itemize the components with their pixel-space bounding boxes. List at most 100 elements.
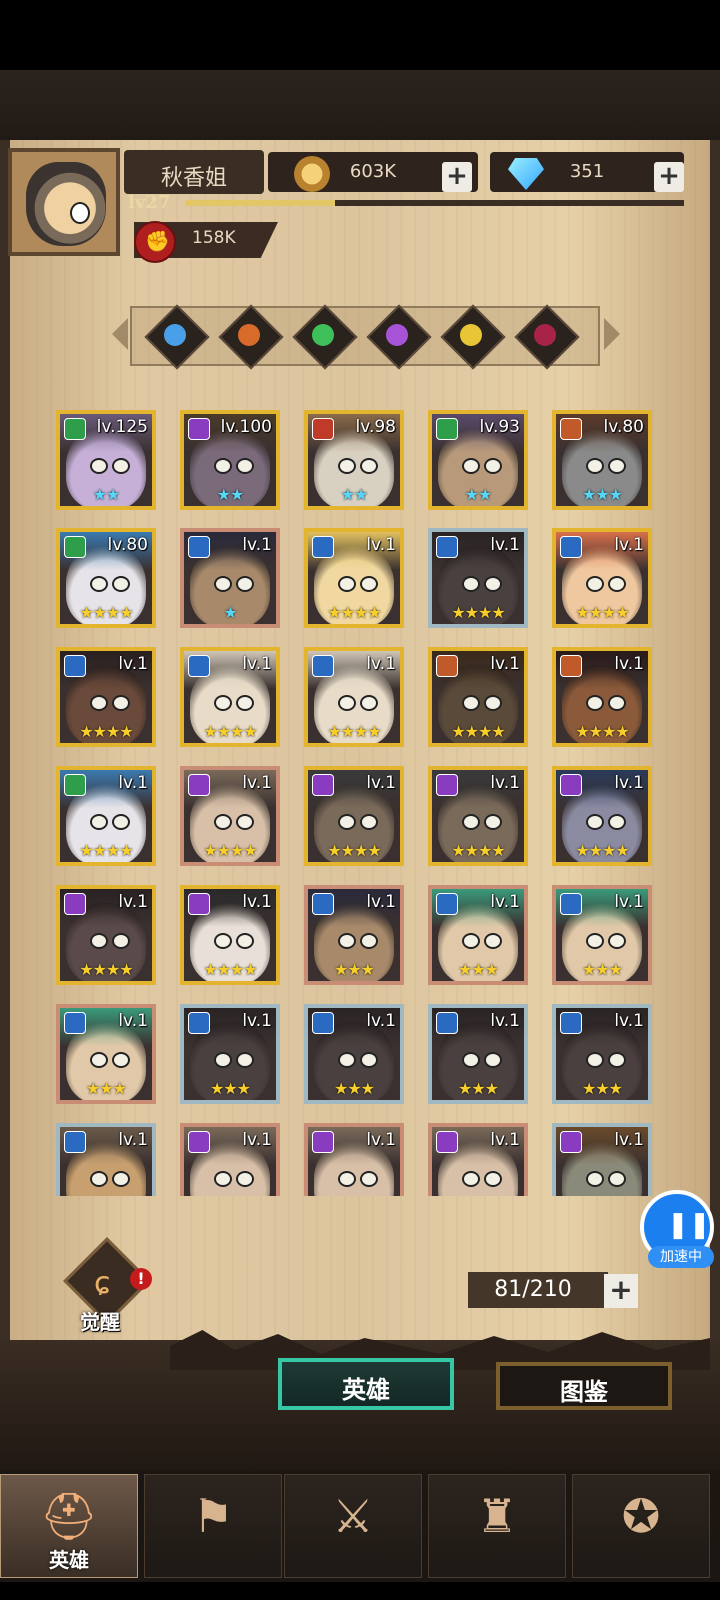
hero-eye bbox=[112, 933, 130, 949]
dark-element-icon[interactable] bbox=[514, 304, 580, 370]
hero-eye bbox=[112, 458, 130, 474]
light-element-icon[interactable] bbox=[440, 304, 506, 370]
hero-card[interactable]: lv.1 ★★★★ bbox=[56, 647, 156, 747]
hero-class-icon bbox=[560, 893, 582, 915]
nav-battle-crossed-swords[interactable]: ⚔ bbox=[284, 1474, 422, 1578]
hero-card[interactable]: lv.1 ★★★★ bbox=[180, 885, 280, 985]
nav-castle-tower[interactable]: ♜ bbox=[428, 1474, 566, 1578]
hero-card[interactable]: lv.1 ★★★ bbox=[552, 885, 652, 985]
hero-card[interactable]: lv.1 ★★★★ bbox=[428, 528, 528, 628]
hero-level: lv.1 bbox=[366, 654, 396, 674]
hero-star-rating: ★★★★ bbox=[203, 960, 257, 979]
hero-level: lv.1 bbox=[366, 535, 396, 555]
hero-card[interactable]: lv.1 ★★★ bbox=[304, 885, 404, 985]
hero-eye bbox=[484, 1052, 502, 1068]
hero-eye bbox=[360, 933, 378, 949]
filter-symbol bbox=[534, 324, 556, 346]
awaken-swirl-icon: ɕ bbox=[94, 1266, 111, 1301]
hero-star-rating: ★★★★ bbox=[203, 722, 257, 741]
hero-class-icon bbox=[188, 1131, 210, 1153]
hero-class-icon bbox=[64, 536, 86, 558]
hero-eye bbox=[608, 458, 626, 474]
hero-card[interactable]: lv.125 ★★ bbox=[56, 410, 156, 510]
guild-handshake-icon: ✪ bbox=[621, 1489, 661, 1543]
hero-star-rating: ★★★ bbox=[457, 960, 499, 979]
hero-eye bbox=[338, 458, 356, 474]
hero-card[interactable]: lv.1 bbox=[56, 1123, 156, 1196]
hero-eye bbox=[462, 1052, 480, 1068]
hero-card[interactable]: lv.1 ★★★★ bbox=[552, 528, 652, 628]
hero-level: lv.1 bbox=[366, 773, 396, 793]
nav-war-flag[interactable]: ⚑ bbox=[144, 1474, 282, 1578]
player-avatar[interactable] bbox=[8, 148, 120, 256]
hero-card[interactable]: lv.1 ★★★★ bbox=[304, 528, 404, 628]
hero-card[interactable]: lv.1 ★★★ bbox=[304, 1004, 404, 1104]
hero-card[interactable]: lv.98 ★★ bbox=[304, 410, 404, 510]
filter-scroll-right-icon[interactable] bbox=[604, 318, 620, 350]
hero-card[interactable]: lv.1 ★★★ bbox=[180, 1004, 280, 1104]
hero-card[interactable]: lv.1 ★★★★ bbox=[552, 647, 652, 747]
hero-card[interactable]: lv.1 ★★★★ bbox=[180, 647, 280, 747]
hero-card[interactable]: lv.1 ★★★★ bbox=[428, 647, 528, 747]
nav-helmet[interactable]: ⛑ 英雄 bbox=[0, 1474, 138, 1578]
hero-class-icon bbox=[64, 418, 86, 440]
hero-card[interactable]: lv.1 bbox=[180, 1123, 280, 1196]
hero-card[interactable]: lv.100 ★★ bbox=[180, 410, 280, 510]
hero-class-icon bbox=[312, 536, 334, 558]
awaken-button[interactable]: ɕ ! 觉醒 bbox=[62, 1237, 152, 1334]
header-background bbox=[0, 70, 720, 150]
hero-eye bbox=[462, 814, 480, 830]
speed-up-label[interactable]: 加速中 bbox=[648, 1246, 714, 1268]
nav-guild-handshake[interactable]: ✪ bbox=[572, 1474, 710, 1578]
hero-level: lv.1 bbox=[614, 892, 644, 912]
nature-element-icon[interactable] bbox=[292, 304, 358, 370]
hero-eye bbox=[112, 695, 130, 711]
hero-eye bbox=[360, 695, 378, 711]
hero-card[interactable]: lv.1 bbox=[552, 1123, 652, 1196]
hero-card[interactable]: lv.1 ★★★★ bbox=[428, 766, 528, 866]
hero-card[interactable]: lv.1 bbox=[304, 1123, 404, 1196]
hero-eye bbox=[236, 1052, 254, 1068]
hero-eye bbox=[236, 1171, 254, 1187]
hero-card[interactable]: lv.1 ★★★★ bbox=[180, 766, 280, 866]
hero-star-rating: ★★★ bbox=[581, 960, 623, 979]
hero-card[interactable]: lv.1 ★★★ bbox=[56, 1004, 156, 1104]
hero-card[interactable]: lv.93 ★★ bbox=[428, 410, 528, 510]
hero-card[interactable]: lv.1 ★★★★ bbox=[56, 766, 156, 866]
hero-card[interactable]: lv.1 ★★★ bbox=[428, 1004, 528, 1104]
tab-codex[interactable]: 图鉴 bbox=[496, 1362, 672, 1410]
hero-eye bbox=[338, 933, 356, 949]
add-gold-button[interactable]: + bbox=[442, 162, 472, 192]
hero-star-rating: ★★ bbox=[340, 485, 369, 504]
hero-card[interactable]: lv.80 ★★★★ bbox=[56, 528, 156, 628]
hero-eye bbox=[360, 1171, 378, 1187]
hero-card[interactable]: lv.1 bbox=[428, 1123, 528, 1196]
hero-card[interactable]: lv.1 ★★★★ bbox=[304, 766, 404, 866]
hero-eye bbox=[484, 933, 502, 949]
hero-card[interactable]: lv.1 ★★★ bbox=[552, 1004, 652, 1104]
tab-heroes[interactable]: 英雄 bbox=[278, 1358, 454, 1410]
tab-heroes-label: 英雄 bbox=[342, 1376, 390, 1404]
filter-scroll-left-icon[interactable] bbox=[112, 318, 128, 350]
hero-card[interactable]: lv.1 ★★★ bbox=[428, 885, 528, 985]
add-diamond-button[interactable]: + bbox=[654, 162, 684, 192]
arcane-element-icon[interactable] bbox=[366, 304, 432, 370]
hero-level: lv.1 bbox=[366, 1130, 396, 1150]
player-name: 秋香姐 bbox=[160, 166, 227, 191]
hero-card[interactable]: lv.1 ★ bbox=[180, 528, 280, 628]
hero-card[interactable]: lv.80 ★★★ bbox=[552, 410, 652, 510]
hero-count: 81/210 bbox=[494, 1277, 572, 1302]
hero-star-rating: ★★★ bbox=[581, 485, 623, 504]
awaken-label: 觉醒 bbox=[80, 1310, 120, 1334]
expand-roster-button[interactable]: + bbox=[604, 1274, 638, 1308]
hero-level: lv.1 bbox=[242, 1130, 272, 1150]
panel-left-edge bbox=[0, 140, 10, 1340]
filter-symbol bbox=[460, 324, 482, 346]
gold-coin-icon bbox=[294, 156, 330, 192]
hero-eye bbox=[338, 1171, 356, 1187]
hero-card[interactable]: lv.1 ★★★★ bbox=[304, 647, 404, 747]
wind-element-icon[interactable] bbox=[144, 304, 210, 370]
hero-card[interactable]: lv.1 ★★★★ bbox=[56, 885, 156, 985]
fire-element-icon[interactable] bbox=[218, 304, 284, 370]
hero-card[interactable]: lv.1 ★★★★ bbox=[552, 766, 652, 866]
